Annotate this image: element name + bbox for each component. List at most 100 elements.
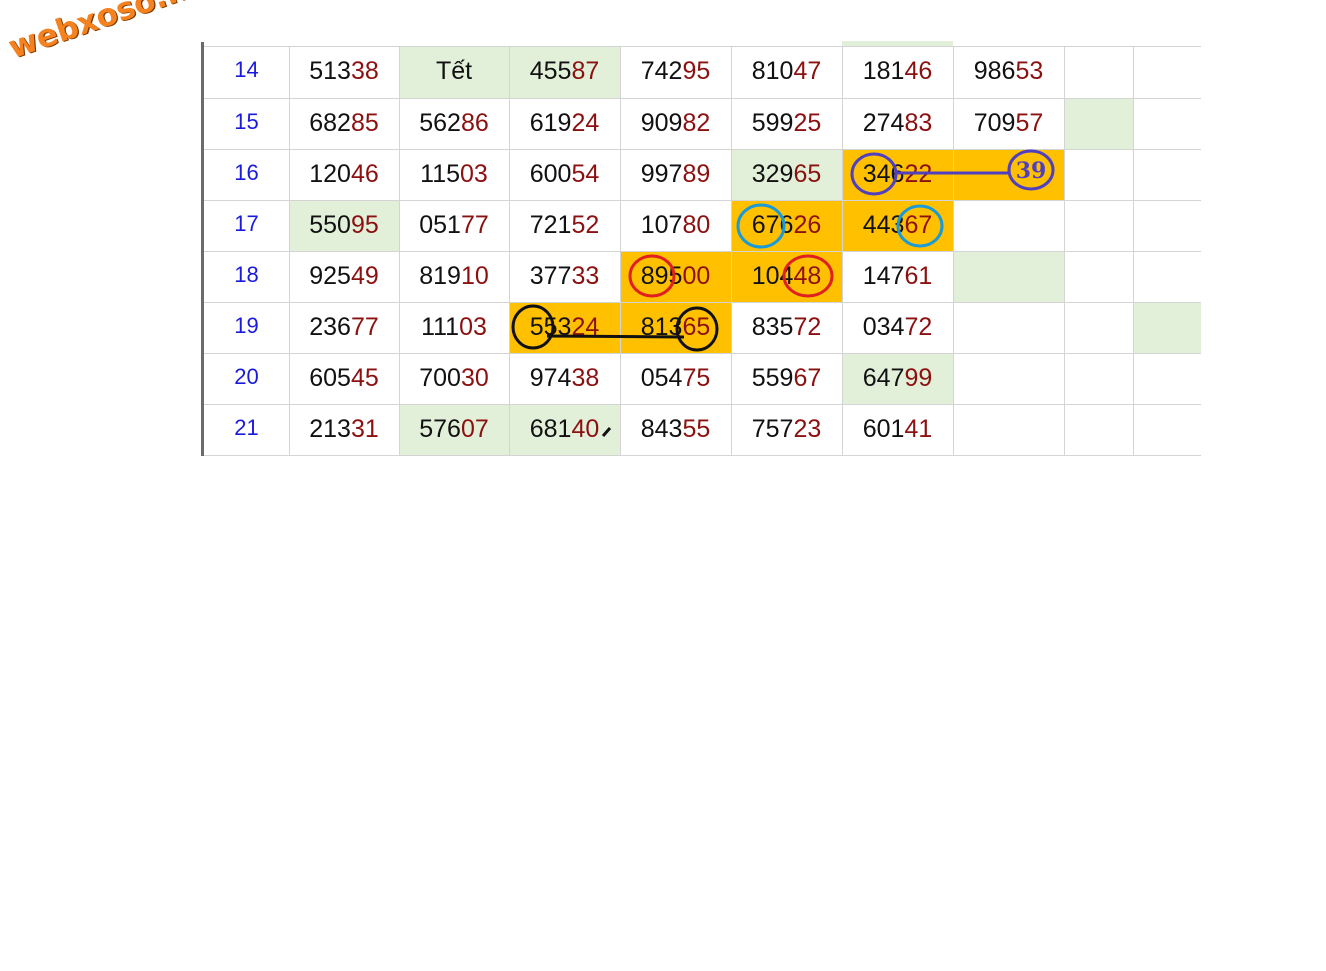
result-last-two-digits: 54 <box>571 160 600 188</box>
result-cell: 84355 <box>620 404 731 455</box>
result-cell: 60054 <box>509 149 620 200</box>
result-leading-digits: 213 <box>309 415 351 443</box>
result-cell: 23677 <box>289 302 399 353</box>
result-cell: 44367 <box>842 200 953 251</box>
result-last-two-digits: 83 <box>904 109 933 137</box>
result-leading-digits: 051 <box>419 211 461 239</box>
result-cell: 97438 <box>509 353 620 404</box>
cell-highlight-green <box>1064 98 1133 149</box>
result-cell: 81910 <box>399 251 509 302</box>
result-last-two-digits: 95 <box>350 211 379 239</box>
row-number: 18 <box>234 262 259 287</box>
result-cell: 72152 <box>509 200 620 251</box>
result-leading-digits: 034 <box>862 313 905 341</box>
result-cell: 90982 <box>620 98 731 149</box>
result-cell: 98653 <box>953 46 1064 97</box>
result-leading-digits: Tết <box>435 57 473 85</box>
result-last-two-digits: 46 <box>350 160 379 188</box>
result-cell: 70030 <box>399 353 509 404</box>
result-last-two-digits: 24 <box>571 313 600 341</box>
result-leading-digits: 676 <box>751 211 794 239</box>
result-leading-digits: 443 <box>862 211 905 239</box>
result-leading-digits: 115 <box>420 160 461 188</box>
result-last-two-digits: 53 <box>1015 57 1044 85</box>
result-cell: 14761 <box>842 251 953 302</box>
result-cell: 56286 <box>399 98 509 149</box>
result-cell: 60141 <box>842 404 953 455</box>
cell-highlight-green <box>953 251 1064 302</box>
result-cell: 68285 <box>289 98 399 149</box>
result-cell: 92549 <box>289 251 399 302</box>
result-cell: 64799 <box>842 353 953 404</box>
result-last-two-digits: 07 <box>460 415 489 443</box>
cell-highlight-orange <box>953 149 1064 200</box>
result-last-two-digits: 40 <box>571 415 600 443</box>
result-leading-digits: 895 <box>640 262 683 290</box>
result-cell: 59925 <box>731 98 842 149</box>
result-cell: 89500 <box>620 251 731 302</box>
result-last-two-digits: 47 <box>793 57 822 85</box>
result-last-two-digits: 45 <box>350 364 379 392</box>
result-leading-digits: 513 <box>309 57 351 85</box>
result-leading-digits: 986 <box>973 57 1016 85</box>
result-leading-digits: 605 <box>309 364 351 392</box>
result-cell: 68140 <box>509 404 620 455</box>
result-last-two-digits: 61 <box>904 262 933 290</box>
result-last-two-digits: 85 <box>350 109 379 137</box>
result-last-two-digits: 80 <box>682 211 711 239</box>
result-leading-digits: 700 <box>419 364 461 392</box>
result-cell: 51338 <box>289 46 399 97</box>
result-leading-digits: 835 <box>751 313 794 341</box>
result-cell: 21331 <box>289 404 399 455</box>
result-cell: 03472 <box>842 302 953 353</box>
result-leading-digits: 120 <box>309 160 351 188</box>
result-leading-digits: 104 <box>751 262 794 290</box>
result-leading-digits: 619 <box>529 109 572 137</box>
row-number: 19 <box>234 313 259 338</box>
result-leading-digits: 925 <box>309 262 351 290</box>
result-cell: 32965 <box>731 149 842 200</box>
result-last-two-digits: 38 <box>571 364 600 392</box>
result-cell: 37733 <box>509 251 620 302</box>
result-leading-digits: 329 <box>751 160 794 188</box>
result-cell: 70957 <box>953 98 1064 149</box>
result-cell: 11503 <box>399 149 509 200</box>
result-cell: 81365 <box>620 302 731 353</box>
result-last-two-digits: 26 <box>793 211 822 239</box>
row-number: 14 <box>234 57 259 82</box>
result-leading-digits: 681 <box>529 415 572 443</box>
cell-highlight-green <box>1133 302 1201 353</box>
row-number: 20 <box>234 364 259 389</box>
result-last-two-digits: 03 <box>459 313 487 341</box>
result-last-two-digits: 67 <box>793 364 822 392</box>
result-leading-digits: 455 <box>529 57 572 85</box>
result-leading-digits: 377 <box>529 262 572 290</box>
row-number: 21 <box>234 415 259 440</box>
result-last-two-digits: 82 <box>682 109 711 137</box>
row-divider <box>204 455 1201 456</box>
result-cell: 99789 <box>620 149 731 200</box>
result-last-two-digits: 57 <box>1015 109 1044 137</box>
result-leading-digits: 843 <box>640 415 683 443</box>
result-last-two-digits: 10 <box>460 262 489 290</box>
result-last-two-digits: 41 <box>904 415 933 443</box>
result-leading-digits: 559 <box>751 364 794 392</box>
result-leading-digits: 346 <box>862 160 905 188</box>
result-last-two-digits: 30 <box>460 364 489 392</box>
result-cell: 81047 <box>731 46 842 97</box>
result-leading-digits: 181 <box>862 57 905 85</box>
result-leading-digits: 721 <box>529 211 572 239</box>
result-last-two-digits: 24 <box>571 109 600 137</box>
result-last-two-digits: 55 <box>682 415 711 443</box>
result-leading-digits: 909 <box>640 109 683 137</box>
result-cell: 75723 <box>731 404 842 455</box>
result-last-two-digits: 86 <box>460 109 489 137</box>
result-last-two-digits: 95 <box>682 57 711 85</box>
result-leading-digits: 974 <box>529 364 572 392</box>
result-last-two-digits: 75 <box>682 364 711 392</box>
result-last-two-digits: 72 <box>904 313 933 341</box>
result-cell: 45587 <box>509 46 620 97</box>
result-last-two-digits: 67 <box>904 211 933 239</box>
result-last-two-digits: 49 <box>350 262 379 290</box>
result-leading-digits: 107 <box>640 211 683 239</box>
